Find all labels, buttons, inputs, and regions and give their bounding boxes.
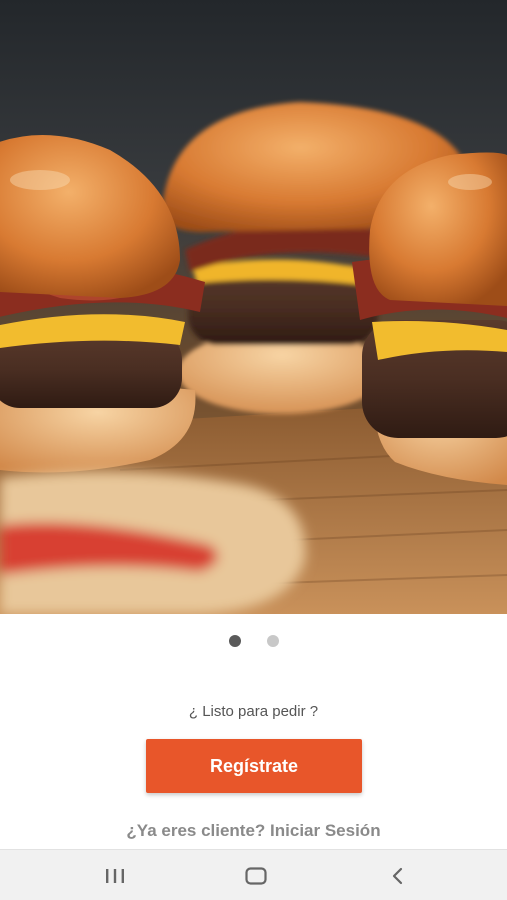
system-navigation-bar xyxy=(0,849,507,900)
home-button[interactable] xyxy=(226,850,286,900)
hero-image xyxy=(0,0,507,614)
onboarding-screen: ¿ Listo para pedir ? Regístrate ¿Ya eres… xyxy=(0,0,507,900)
back-icon xyxy=(392,867,403,884)
login-link[interactable]: ¿Ya eres cliente? Iniciar Sesión xyxy=(0,821,507,841)
pager-dot-1[interactable] xyxy=(228,635,241,647)
register-button[interactable]: Regístrate xyxy=(146,739,362,793)
carousel-pager xyxy=(0,635,507,647)
recent-apps-icon xyxy=(106,868,124,883)
pager-dot-2[interactable] xyxy=(266,635,279,647)
back-button[interactable] xyxy=(368,850,428,900)
recent-apps-button[interactable] xyxy=(85,850,145,900)
home-icon xyxy=(245,866,267,885)
register-button-label: Regístrate xyxy=(209,755,299,776)
burger-photo-illustration xyxy=(0,0,507,614)
order-prompt-text: ¿ Listo para pedir ? xyxy=(188,703,319,720)
